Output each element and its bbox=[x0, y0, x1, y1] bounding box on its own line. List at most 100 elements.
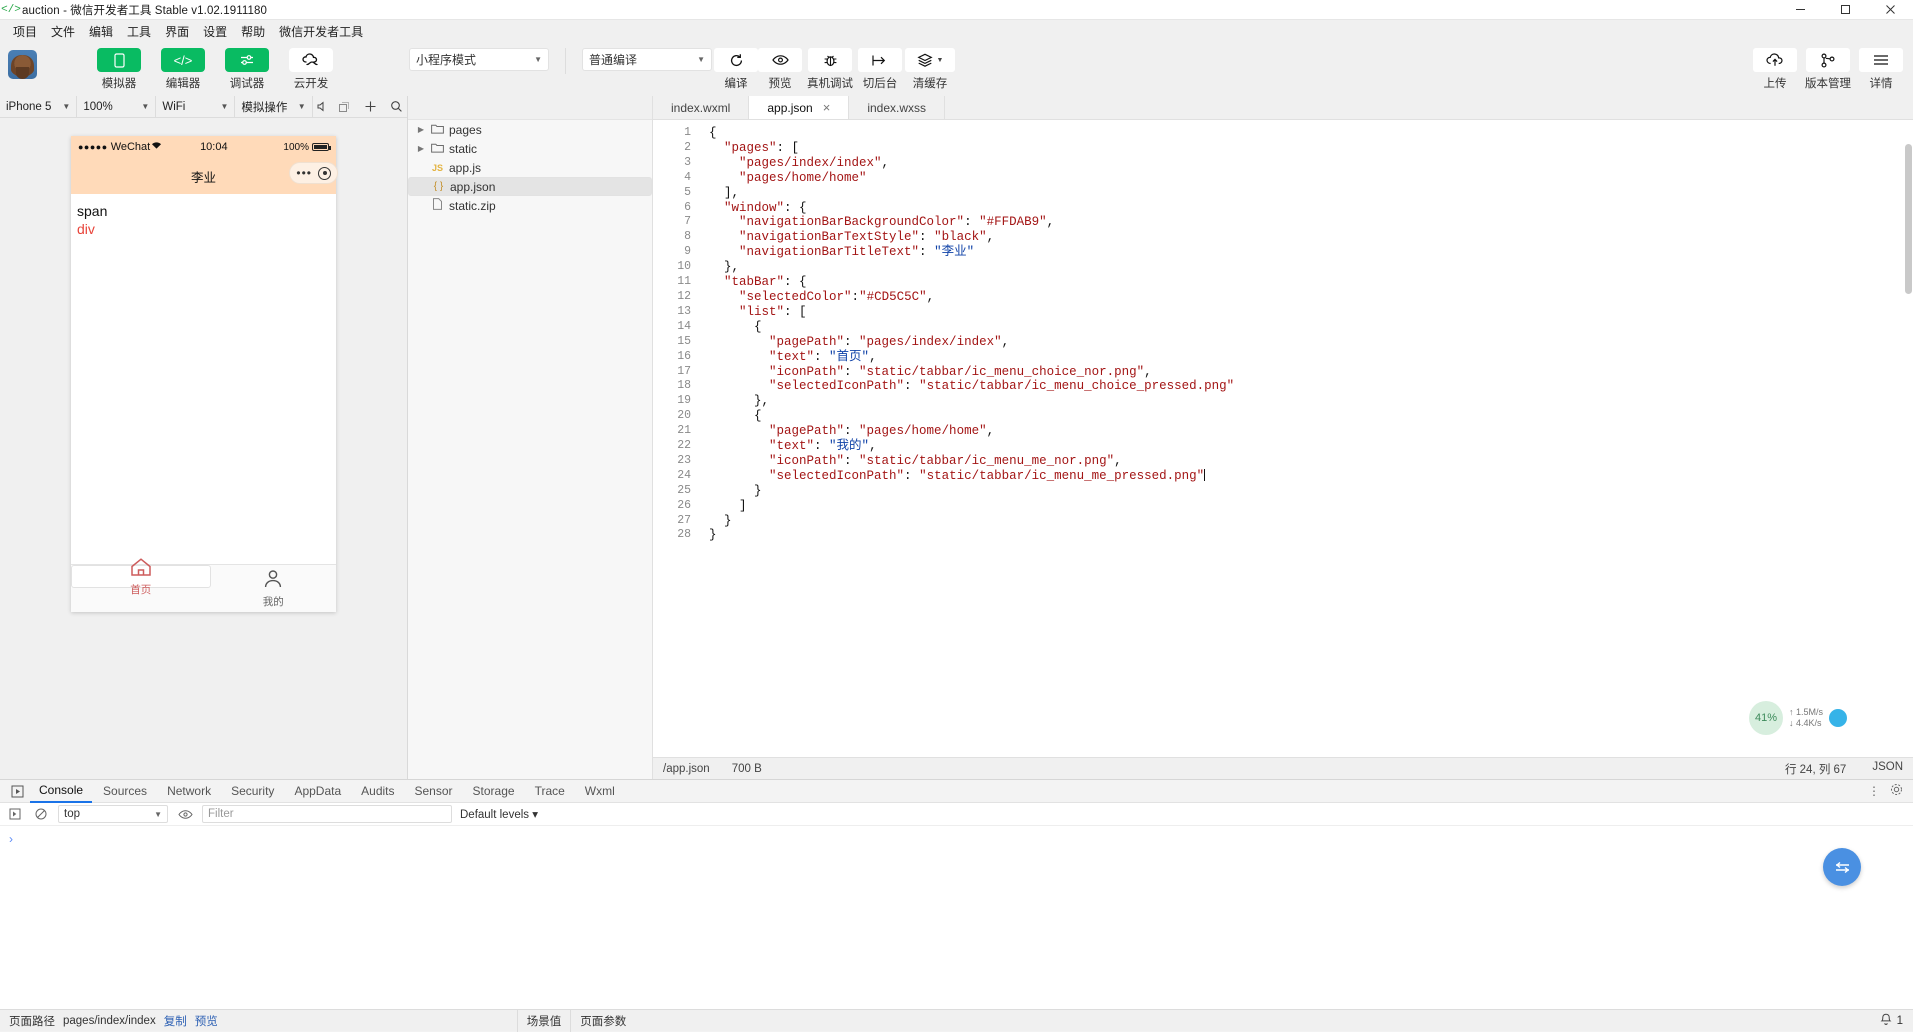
target-icon[interactable] bbox=[318, 167, 331, 180]
tab-mine[interactable]: 我的 bbox=[211, 565, 337, 612]
search-icon[interactable] bbox=[386, 96, 407, 118]
tree-item-app-js[interactable]: JS app.js bbox=[408, 158, 652, 177]
execute-icon[interactable] bbox=[6, 805, 24, 823]
switch-background-button[interactable]: 切后台 bbox=[858, 48, 902, 91]
tree-item-static[interactable]: ▶ static bbox=[408, 139, 652, 158]
tab-home[interactable]: 首页 bbox=[71, 565, 211, 588]
more-vertical-icon[interactable]: ⋮ bbox=[1868, 784, 1880, 798]
editor-tab-app-json[interactable]: app.json × bbox=[749, 96, 849, 119]
editor-tab-label: app.json bbox=[767, 101, 812, 115]
menu-item-file[interactable]: 文件 bbox=[44, 21, 82, 42]
editor-tab-index-wxss[interactable]: index.wxss bbox=[849, 96, 945, 119]
tree-item-app-json[interactable]: { } app.json bbox=[408, 177, 652, 196]
simulator-button[interactable]: 模拟器 bbox=[97, 48, 141, 91]
clear-console-icon[interactable] bbox=[32, 805, 50, 823]
cloud-dev-button[interactable]: 云开发 bbox=[289, 48, 333, 91]
page-params-cell[interactable]: 页面参数 bbox=[571, 1010, 635, 1032]
folder-icon bbox=[431, 123, 444, 137]
battery-percent: 100% bbox=[283, 142, 309, 153]
devtools-tab-storage[interactable]: Storage bbox=[464, 780, 524, 803]
line-number: 13 bbox=[653, 305, 691, 320]
code-line: "pagePath": "pages/index/index", bbox=[709, 335, 1913, 350]
tree-item-pages[interactable]: ▶ pages bbox=[408, 120, 652, 139]
line-number: 3 bbox=[653, 156, 691, 171]
line-number: 5 bbox=[653, 186, 691, 201]
scene-value-cell[interactable]: 场景值 bbox=[518, 1010, 571, 1032]
menu-item-devtools[interactable]: 微信开发者工具 bbox=[272, 21, 370, 42]
devtools-tab-network[interactable]: Network bbox=[158, 780, 220, 803]
tree-item-label: pages bbox=[449, 123, 482, 137]
mode-select-value: 小程序模式 bbox=[416, 51, 476, 68]
expand-toggle-icon[interactable] bbox=[1823, 848, 1861, 886]
devtools-tab-sensor[interactable]: Sensor bbox=[406, 780, 462, 803]
debugger-button[interactable]: 调试器 bbox=[225, 48, 269, 91]
devtools-tab-console[interactable]: Console bbox=[30, 780, 92, 803]
menu-item-settings[interactable]: 设置 bbox=[196, 21, 234, 42]
rotate-icon[interactable] bbox=[333, 96, 354, 118]
copy-link[interactable]: 复制 bbox=[164, 1013, 187, 1029]
language-mode[interactable]: JSON bbox=[1872, 761, 1903, 777]
bottom-right: 1 bbox=[1880, 1013, 1913, 1029]
devtools-tab-security[interactable]: Security bbox=[222, 780, 283, 803]
editor-scrollbar[interactable] bbox=[1905, 144, 1912, 294]
mode-select[interactable]: 小程序模式 ▼ bbox=[409, 48, 549, 71]
settings-gear-icon[interactable] bbox=[1890, 783, 1903, 799]
details-button[interactable]: 详情 bbox=[1859, 48, 1903, 91]
page-line-div: div bbox=[77, 220, 330, 238]
maximize-button[interactable] bbox=[1823, 0, 1868, 20]
menu-item-help[interactable]: 帮助 bbox=[234, 21, 272, 42]
compile-select[interactable]: 普通编译 ▼ bbox=[582, 48, 712, 71]
mute-icon[interactable] bbox=[313, 96, 334, 118]
close-button[interactable] bbox=[1868, 0, 1913, 20]
toolbar-compile-group: 普通编译 ▼ 编译 预览 bbox=[582, 48, 952, 91]
compile-button[interactable]: 编译 bbox=[714, 48, 758, 91]
eye-icon[interactable] bbox=[176, 805, 194, 823]
real-device-debug-button[interactable]: 真机调试 bbox=[808, 48, 852, 91]
bell-icon[interactable] bbox=[1880, 1013, 1892, 1029]
capsule-buttons[interactable]: ••• bbox=[289, 162, 338, 184]
log-levels-select[interactable]: Default levels ▾ bbox=[460, 807, 538, 821]
devtools-tab-trace[interactable]: Trace bbox=[526, 780, 574, 803]
menu-item-tools[interactable]: 工具 bbox=[120, 21, 158, 42]
chevron-down-icon: ▼ bbox=[54, 102, 70, 111]
preview-button[interactable]: 预览 bbox=[758, 48, 802, 91]
close-icon[interactable]: × bbox=[823, 100, 831, 115]
tree-item-static-zip[interactable]: static.zip bbox=[408, 196, 652, 215]
battery-icon bbox=[312, 143, 329, 151]
menu-item-edit[interactable]: 编辑 bbox=[82, 21, 120, 42]
add-icon[interactable] bbox=[360, 96, 381, 118]
code-editor[interactable]: 1234567891011121314151617181920212223242… bbox=[653, 120, 1913, 757]
editor-button[interactable]: </> 编辑器 bbox=[161, 48, 205, 91]
code-line: "selectedColor":"#CD5C5C", bbox=[709, 290, 1913, 305]
operation-select[interactable]: 模拟操作 ▼ bbox=[235, 96, 312, 118]
menu-item-project[interactable]: 项目 bbox=[6, 21, 44, 42]
menu-item-interface[interactable]: 界面 bbox=[158, 21, 196, 42]
network-select[interactable]: WiFi ▼ bbox=[156, 96, 235, 118]
code-line: "text": "我的", bbox=[709, 439, 1913, 454]
devtools-tab-wxml[interactable]: Wxml bbox=[576, 780, 624, 803]
zoom-select[interactable]: 100% ▼ bbox=[77, 96, 156, 118]
console-output[interactable]: › bbox=[0, 826, 1913, 1009]
context-select[interactable]: top ▼ bbox=[58, 805, 168, 823]
avatar[interactable] bbox=[8, 50, 37, 79]
more-icon[interactable]: ••• bbox=[296, 166, 312, 180]
inspect-element-icon[interactable] bbox=[6, 782, 28, 800]
clear-cache-button[interactable]: ▼ 清缓存 bbox=[908, 48, 952, 91]
version-control-button[interactable]: 版本管理 bbox=[1806, 48, 1850, 91]
devtools-tab-appdata[interactable]: AppData bbox=[285, 780, 350, 803]
filter-input[interactable]: Filter bbox=[202, 805, 452, 823]
chevron-right-icon[interactable]: ▶ bbox=[416, 125, 426, 134]
preview-link[interactable]: 预览 bbox=[195, 1013, 218, 1029]
editor-tab-index-wxml[interactable]: index.wxml bbox=[653, 96, 749, 119]
file-size: 700 B bbox=[732, 763, 762, 775]
code-content[interactable]: { "pages": [ "pages/index/index", "pages… bbox=[699, 120, 1913, 757]
line-number: 8 bbox=[653, 230, 691, 245]
upload-button[interactable]: 上传 bbox=[1753, 48, 1797, 91]
debugger-label: 调试器 bbox=[230, 75, 265, 91]
device-select[interactable]: iPhone 5 ▼ bbox=[0, 96, 77, 118]
minimize-button[interactable] bbox=[1778, 0, 1823, 20]
devtools-tab-sources[interactable]: Sources bbox=[94, 780, 156, 803]
chevron-right-icon[interactable]: ▶ bbox=[416, 144, 426, 153]
devtools-tab-audits[interactable]: Audits bbox=[352, 780, 403, 803]
network-rates: ↑ 1.5M/s ↓ 4.4K/s bbox=[1783, 707, 1829, 729]
